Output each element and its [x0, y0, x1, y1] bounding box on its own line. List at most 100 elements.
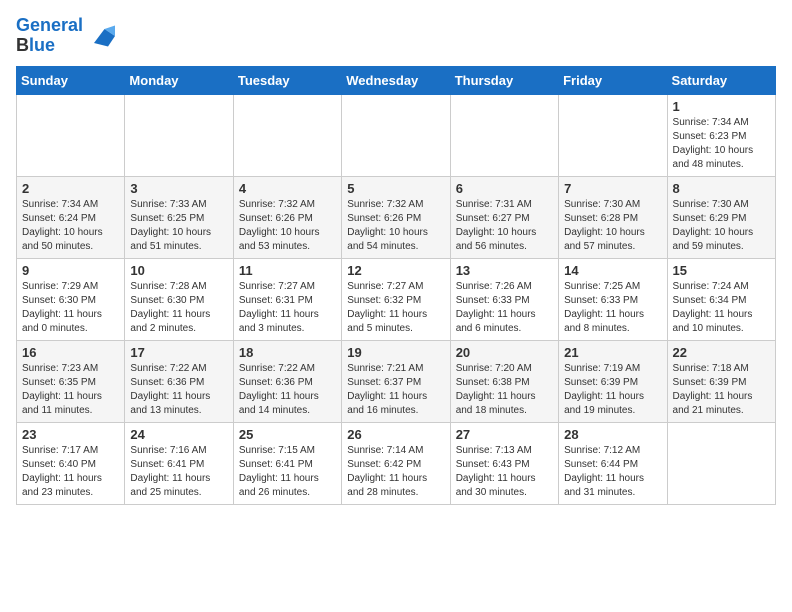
- weekday-header-monday: Monday: [125, 66, 233, 94]
- day-detail: Sunrise: 7:21 AM Sunset: 6:37 PM Dayligh…: [347, 362, 444, 418]
- weekday-header-sunday: Sunday: [17, 66, 125, 94]
- weekday-header-thursday: Thursday: [450, 66, 558, 94]
- calendar-cell: 25Sunrise: 7:15 AM Sunset: 6:41 PM Dayli…: [233, 422, 341, 504]
- weekday-header-saturday: Saturday: [667, 66, 775, 94]
- day-detail: Sunrise: 7:24 AM Sunset: 6:34 PM Dayligh…: [673, 280, 770, 336]
- calendar-cell: 24 Sunrise: 7:16 AM Sunset: 6:41 PM Dayli…: [125, 422, 233, 504]
- day-number: 17: [130, 345, 227, 360]
- day-number: 26: [347, 427, 444, 442]
- day-detail: Sunrise: 7:29 AM Sunset: 6:30 PM Dayligh…: [22, 280, 119, 336]
- day-number: 10: [130, 263, 227, 278]
- calendar-cell: [450, 94, 558, 176]
- calendar-cell: 10 Sunrise: 7:28 AM Sunset: 6:30 PM Dayli…: [125, 258, 233, 340]
- calendar-week-row-1: 1 Sunrise: 7:34 AM Sunset: 6:23 PM Daylig…: [17, 94, 776, 176]
- calendar-cell: 8 Sunrise: 7:30 AM Sunset: 6:29 PM Daylig…: [667, 176, 775, 258]
- calendar-cell: 16Sunrise: 7:23 AM Sunset: 6:35 PM Dayli…: [17, 340, 125, 422]
- calendar-cell: 23 Sunrise: 7:17 AM Sunset: 6:40 PM Dayli…: [17, 422, 125, 504]
- day-number: 9: [22, 263, 119, 278]
- day-detail: Sunrise: 7:28 AM Sunset: 6:30 PM Dayligh…: [130, 280, 227, 336]
- calendar-cell: [125, 94, 233, 176]
- calendar-cell: 15 Sunrise: 7:24 AM Sunset: 6:34 PM Dayli…: [667, 258, 775, 340]
- calendar-cell: 27 Sunrise: 7:13 AM Sunset: 6:43 PM Dayli…: [450, 422, 558, 504]
- day-detail: Sunrise: 7:16 AM Sunset: 6:41 PM Dayligh…: [130, 444, 227, 500]
- day-detail: Sunrise: 7:14 AM Sunset: 6:42 PM Dayligh…: [347, 444, 444, 500]
- calendar-cell: 17 Sunrise: 7:22 AM Sunset: 6:36 PM Dayli…: [125, 340, 233, 422]
- calendar-cell: 1 Sunrise: 7:34 AM Sunset: 6:23 PM Daylig…: [667, 94, 775, 176]
- calendar-cell: [342, 94, 450, 176]
- day-number: 20: [456, 345, 553, 360]
- day-number: 23: [22, 427, 119, 442]
- calendar-cell: 22 Sunrise: 7:18 AM Sunset: 6:39 PM Dayli…: [667, 340, 775, 422]
- calendar-cell: 9 Sunrise: 7:29 AM Sunset: 6:30 PM Daylig…: [17, 258, 125, 340]
- day-detail: Sunrise: 7:19 AM Sunset: 6:39 PM Dayligh…: [564, 362, 661, 418]
- calendar-cell: 6 Sunrise: 7:31 AM Sunset: 6:27 PM Daylig…: [450, 176, 558, 258]
- calendar-cell: [233, 94, 341, 176]
- calendar-cell: [17, 94, 125, 176]
- day-detail: Sunrise: 7:26 AM Sunset: 6:33 PM Dayligh…: [456, 280, 553, 336]
- day-number: 13: [456, 263, 553, 278]
- day-number: 4: [239, 181, 336, 196]
- weekday-header-tuesday: Tuesday: [233, 66, 341, 94]
- calendar-week-row-5: 23 Sunrise: 7:17 AM Sunset: 6:40 PM Dayli…: [17, 422, 776, 504]
- calendar-cell: 14Sunrise: 7:25 AM Sunset: 6:33 PM Dayli…: [559, 258, 667, 340]
- day-number: 6: [456, 181, 553, 196]
- day-detail: Sunrise: 7:17 AM Sunset: 6:40 PM Dayligh…: [22, 444, 119, 500]
- calendar-cell: 11 Sunrise: 7:27 AM Sunset: 6:31 PM Dayli…: [233, 258, 341, 340]
- day-detail: Sunrise: 7:31 AM Sunset: 6:27 PM Dayligh…: [456, 198, 553, 254]
- calendar-cell: [559, 94, 667, 176]
- day-detail: Sunrise: 7:12 AM Sunset: 6:44 PM Dayligh…: [564, 444, 661, 500]
- calendar-cell: 26 Sunrise: 7:14 AM Sunset: 6:42 PM Dayli…: [342, 422, 450, 504]
- day-number: 12: [347, 263, 444, 278]
- day-detail: Sunrise: 7:25 AM Sunset: 6:33 PM Dayligh…: [564, 280, 661, 336]
- calendar-cell: 12 Sunrise: 7:27 AM Sunset: 6:32 PM Dayli…: [342, 258, 450, 340]
- day-detail: Sunrise: 7:23 AM Sunset: 6:35 PM Dayligh…: [22, 362, 119, 418]
- day-detail: Sunrise: 7:22 AM Sunset: 6:36 PM Dayligh…: [130, 362, 227, 418]
- day-detail: Sunrise: 7:18 AM Sunset: 6:39 PM Dayligh…: [673, 362, 770, 418]
- day-detail: Sunrise: 7:30 AM Sunset: 6:28 PM Dayligh…: [564, 198, 661, 254]
- calendar-table: SundayMondayTuesdayWednesdayThursdayFrid…: [16, 66, 776, 505]
- calendar-cell: 4 Sunrise: 7:32 AM Sunset: 6:26 PM Daylig…: [233, 176, 341, 258]
- day-number: 24: [130, 427, 227, 442]
- day-detail: Sunrise: 7:15 AM Sunset: 6:41 PM Dayligh…: [239, 444, 336, 500]
- calendar-cell: 13 Sunrise: 7:26 AM Sunset: 6:33 PM Dayli…: [450, 258, 558, 340]
- calendar-week-row-3: 9 Sunrise: 7:29 AM Sunset: 6:30 PM Daylig…: [17, 258, 776, 340]
- calendar-cell: 19 Sunrise: 7:21 AM Sunset: 6:37 PM Dayli…: [342, 340, 450, 422]
- day-number: 1: [673, 99, 770, 114]
- calendar-cell: 2Sunrise: 7:34 AM Sunset: 6:24 PM Daylig…: [17, 176, 125, 258]
- day-detail: Sunrise: 7:30 AM Sunset: 6:29 PM Dayligh…: [673, 198, 770, 254]
- calendar-week-row-4: 16Sunrise: 7:23 AM Sunset: 6:35 PM Dayli…: [17, 340, 776, 422]
- calendar-cell: 3Sunrise: 7:33 AM Sunset: 6:25 PM Daylig…: [125, 176, 233, 258]
- day-number: 15: [673, 263, 770, 278]
- day-detail: Sunrise: 7:22 AM Sunset: 6:36 PM Dayligh…: [239, 362, 336, 418]
- calendar-cell: 5 Sunrise: 7:32 AM Sunset: 6:26 PM Daylig…: [342, 176, 450, 258]
- day-number: 19: [347, 345, 444, 360]
- day-detail: Sunrise: 7:32 AM Sunset: 6:26 PM Dayligh…: [347, 198, 444, 254]
- calendar-cell: [667, 422, 775, 504]
- day-number: 8: [673, 181, 770, 196]
- day-detail: Sunrise: 7:32 AM Sunset: 6:26 PM Dayligh…: [239, 198, 336, 254]
- calendar-cell: 7 Sunrise: 7:30 AM Sunset: 6:28 PM Daylig…: [559, 176, 667, 258]
- calendar-cell: 28 Sunrise: 7:12 AM Sunset: 6:44 PM Dayli…: [559, 422, 667, 504]
- day-number: 18: [239, 345, 336, 360]
- day-detail: Sunrise: 7:34 AM Sunset: 6:23 PM Dayligh…: [673, 116, 770, 172]
- calendar-cell: 20Sunrise: 7:20 AM Sunset: 6:38 PM Dayli…: [450, 340, 558, 422]
- calendar-week-row-2: 2Sunrise: 7:34 AM Sunset: 6:24 PM Daylig…: [17, 176, 776, 258]
- day-detail: Sunrise: 7:27 AM Sunset: 6:32 PM Dayligh…: [347, 280, 444, 336]
- day-number: 22: [673, 345, 770, 360]
- day-number: 11: [239, 263, 336, 278]
- day-number: 27: [456, 427, 553, 442]
- logo: General Blue: [16, 16, 115, 56]
- weekday-header-row: SundayMondayTuesdayWednesdayThursdayFrid…: [17, 66, 776, 94]
- day-number: 28: [564, 427, 661, 442]
- logo-icon: [87, 22, 115, 50]
- day-detail: Sunrise: 7:13 AM Sunset: 6:43 PM Dayligh…: [456, 444, 553, 500]
- day-number: 2: [22, 181, 119, 196]
- day-number: 5: [347, 181, 444, 196]
- day-detail: Sunrise: 7:33 AM Sunset: 6:25 PM Dayligh…: [130, 198, 227, 254]
- weekday-header-wednesday: Wednesday: [342, 66, 450, 94]
- calendar-cell: 18 Sunrise: 7:22 AM Sunset: 6:36 PM Dayli…: [233, 340, 341, 422]
- calendar-cell: 21Sunrise: 7:19 AM Sunset: 6:39 PM Dayli…: [559, 340, 667, 422]
- day-detail: Sunrise: 7:27 AM Sunset: 6:31 PM Dayligh…: [239, 280, 336, 336]
- logo-text: General Blue: [16, 16, 83, 56]
- day-number: 7: [564, 181, 661, 196]
